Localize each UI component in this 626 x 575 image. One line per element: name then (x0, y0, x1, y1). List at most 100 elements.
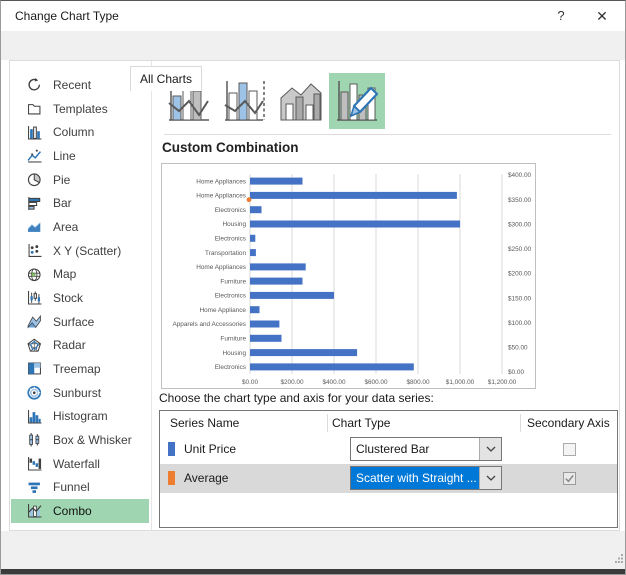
sidebar-item-line[interactable]: Line (11, 144, 149, 168)
dropdown-arrow-button[interactable] (479, 467, 501, 489)
sidebar-item-area[interactable]: Area (11, 215, 149, 239)
header-chart-type: Chart Type (332, 416, 391, 430)
sidebar-item-templates[interactable]: Templates (11, 97, 149, 121)
pie-icon (27, 172, 42, 187)
sidebar-item-combo[interactable]: Combo (11, 499, 149, 523)
waterfall-icon (27, 456, 42, 471)
sidebar-item-x-y-scatter[interactable]: X Y (Scatter) (11, 239, 149, 263)
sidebar-item-waterfall[interactable]: Waterfall (11, 452, 149, 476)
chart-type-sidebar: Recent Templates Column Line Pie Bar Area X Y (… (10, 73, 151, 523)
sidebar-item-label: Pie (53, 172, 71, 187)
svg-text:Electronics: Electronics (215, 236, 246, 243)
sidebar-item-treemap[interactable]: Treemap (11, 357, 149, 381)
sidebar-item-label: Funnel (53, 480, 90, 495)
sidebar-item-label: Stock (53, 290, 84, 305)
chart-type-dropdown[interactable]: Clustered Bar (350, 437, 502, 461)
custom-combination-icon (337, 81, 379, 121)
svg-text:Home Appliances: Home Appliances (196, 178, 246, 185)
series-color-swatch (168, 471, 175, 485)
sidebar-item-label: Map (53, 267, 77, 282)
area-icon (27, 219, 42, 234)
chevron-down-icon (486, 442, 496, 456)
sidebar-item-column[interactable]: Column (11, 120, 149, 144)
header-divider (520, 414, 521, 432)
svg-text:Electronics: Electronics (215, 293, 246, 300)
sidebar-item-label: Combo (53, 503, 92, 518)
chart-type-dropdown[interactable]: Scatter with Straight ... (350, 466, 502, 490)
sidebar-item-surface[interactable]: Surface (11, 310, 149, 334)
sidebar-item-label: X Y (Scatter) (53, 243, 122, 258)
close-icon[interactable]: ✕ (589, 4, 615, 28)
column-icon (27, 125, 42, 140)
svg-text:$100.00: $100.00 (508, 320, 532, 327)
series-row-unit-price[interactable]: Unit Price Clustered Bar (160, 435, 617, 464)
line-icon (27, 148, 42, 163)
sidebar-item-pie[interactable]: Pie (11, 168, 149, 192)
svg-text:$400.00: $400.00 (508, 172, 532, 179)
sidebar-item-sunburst[interactable]: Sunburst (11, 381, 149, 405)
window-bottom-edge (1, 569, 625, 574)
svg-text:$1,000.00: $1,000.00 (446, 379, 475, 386)
help-button[interactable]: ? (548, 4, 574, 28)
svg-text:$200.00: $200.00 (280, 379, 304, 386)
chart-type-value: Scatter with Straight ... (351, 467, 479, 489)
dialog-footer: exceldemy EXCEL - DATA - BI OK Cancel (1, 531, 625, 571)
templates-icon (27, 101, 42, 116)
combo-subtype-custom-combination[interactable] (329, 73, 385, 129)
sidebar-item-label: Surface (53, 314, 95, 329)
header-series-name: Series Name (170, 416, 240, 430)
dropdown-arrow-button[interactable] (479, 438, 501, 460)
stacked-area-clustered-column-icon (280, 83, 322, 121)
sidebar-item-bar[interactable]: Bar (11, 191, 149, 215)
sidebar-item-label: Recent (53, 77, 92, 92)
sidebar-divider (151, 61, 152, 530)
chart-preview: Home Appliances Home Appliances Electronic… (161, 163, 536, 389)
check-icon (564, 473, 575, 487)
sidebar-item-label: Histogram (53, 409, 108, 424)
svg-text:$50.00: $50.00 (508, 345, 528, 352)
svg-text:Housing: Housing (223, 221, 247, 228)
combo-subtype-stacked-area-clustered-column[interactable] (273, 73, 329, 129)
sidebar-item-stock[interactable]: Stock (11, 286, 149, 310)
combo-icon (27, 503, 42, 518)
series-table: Series Name Chart Type Secondary Axis Un… (159, 410, 618, 528)
sidebar-item-label: Area (53, 219, 79, 234)
scatter-icon (27, 243, 42, 258)
series-color-swatch (168, 442, 175, 456)
svg-text:$0.00: $0.00 (242, 379, 258, 386)
svg-text:$800.00: $800.00 (406, 379, 430, 386)
svg-text:Apparels and Accessories: Apparels and Accessories (172, 321, 246, 328)
svg-text:Furniture: Furniture (220, 278, 246, 285)
sidebar-item-box-whisker[interactable]: Box & Whisker (11, 428, 149, 452)
sidebar-item-recent[interactable]: Recent (11, 73, 149, 97)
secondary-axis-checkbox[interactable] (563, 443, 576, 456)
sidebar-item-funnel[interactable]: Funnel (11, 475, 149, 499)
series-name: Average (184, 471, 229, 485)
radar-icon (27, 338, 42, 353)
tab-all-charts[interactable]: All Charts (130, 66, 203, 91)
svg-text:Home Appliances: Home Appliances (196, 193, 246, 200)
resize-grip[interactable] (614, 552, 624, 566)
combo-subtype-clustered-column-line-secondary-axis[interactable] (217, 73, 273, 129)
series-row-average[interactable]: Average Scatter with Straight ... (160, 464, 617, 493)
box-whisker-icon (27, 432, 42, 447)
sidebar-item-label: Bar (53, 196, 72, 211)
chart-type-value: Clustered Bar (356, 442, 430, 456)
sidebar-item-label: Sunburst (53, 385, 102, 400)
combo-chart-preview: Home Appliances Home Appliances Electronic… (172, 172, 532, 386)
svg-text:Home Appliances: Home Appliances (196, 264, 246, 271)
bar-icon (27, 196, 42, 211)
change-chart-type-dialog: Change Chart Type ? ✕ Recommended Charts… (0, 0, 626, 575)
sidebar-item-label: Waterfall (53, 456, 100, 471)
svg-text:$200.00: $200.00 (508, 271, 532, 278)
surface-icon (27, 314, 42, 329)
sidebar-item-map[interactable]: Map (11, 262, 149, 286)
sidebar-item-radar[interactable]: Radar (11, 333, 149, 357)
svg-text:Transportation: Transportation (205, 250, 246, 257)
secondary-axis-checkbox[interactable] (563, 472, 576, 485)
sunburst-icon (27, 385, 42, 400)
svg-text:Electronics: Electronics (215, 364, 246, 371)
map-icon (27, 267, 42, 282)
svg-text:Housing: Housing (223, 350, 247, 357)
sidebar-item-histogram[interactable]: Histogram (11, 404, 149, 428)
